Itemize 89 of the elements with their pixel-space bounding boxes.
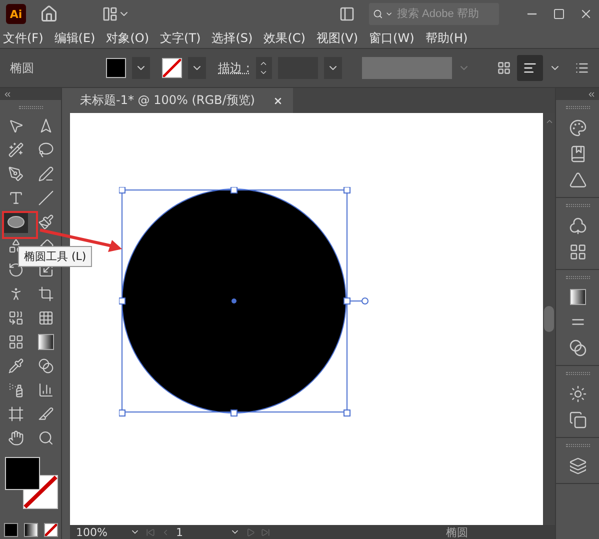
lasso-icon [38, 142, 54, 158]
grid-icon [38, 310, 54, 326]
down-caret-icon [259, 68, 268, 77]
menu-item[interactable]: 窗口(W) [369, 30, 414, 46]
menu-item[interactable]: 效果(C) [264, 30, 306, 46]
fill-swatch[interactable] [106, 58, 126, 78]
maximize-icon [553, 8, 565, 20]
book-icon [568, 145, 586, 163]
gradient-mode-button[interactable] [24, 523, 38, 537]
triangle-icon [568, 171, 586, 189]
panel-menu-button[interactable] [575, 61, 589, 75]
panel-button[interactable] [570, 289, 586, 305]
menu-item[interactable]: 视图(V) [316, 30, 358, 46]
grid-icon [497, 61, 511, 75]
menu-item[interactable]: 文件(F) [3, 30, 44, 46]
layout-icon [102, 6, 118, 22]
home-icon [40, 5, 58, 23]
knife-icon [38, 406, 54, 422]
search-field[interactable]: 搜索 Adobe 帮助 [395, 7, 495, 21]
maximize-button[interactable] [553, 8, 565, 20]
vertical-scrollbar[interactable] [543, 113, 555, 525]
type-icon [8, 190, 24, 206]
align-icon [523, 61, 537, 75]
highlight-frame [2, 211, 38, 239]
stroke-swatch[interactable] [162, 58, 182, 78]
fill-dropdown[interactable] [132, 57, 150, 79]
rotate-icon [8, 262, 24, 278]
list-icon [575, 61, 589, 75]
transform-icon [568, 411, 586, 429]
selection-label: 椭圆 [10, 60, 35, 76]
menu-item[interactable]: 帮助(H) [425, 30, 468, 46]
stroke-label[interactable]: 描边 : [218, 60, 250, 76]
home-button[interactable] [40, 5, 58, 23]
artboard-field[interactable]: 1 [176, 526, 224, 538]
zoom-icon [38, 430, 54, 446]
magic-wand-icon [8, 142, 24, 158]
app-logo: Ai [6, 4, 26, 24]
search-icon[interactable] [373, 8, 383, 20]
artboard-icon [8, 406, 24, 422]
paintbrush-icon [38, 214, 54, 230]
stroke-stepper[interactable] [256, 57, 272, 79]
club-icon [568, 217, 586, 235]
pen-icon [8, 166, 24, 182]
style-field[interactable] [362, 57, 452, 79]
arrow-pointer-icon [8, 118, 24, 134]
gradient-icon [38, 334, 54, 350]
fill-stroke-swatch[interactable] [4, 457, 58, 511]
scroll-thumb[interactable] [544, 306, 554, 332]
scroll-up-icon[interactable] [544, 117, 554, 126]
sun-icon [568, 385, 586, 403]
none-mode-button[interactable] [44, 523, 58, 537]
hand-icon [8, 430, 24, 446]
workspace-switcher[interactable] [102, 6, 130, 22]
menu-item[interactable]: 对象(O) [106, 30, 150, 46]
tooltip: 椭圆工具 (L) [18, 246, 92, 267]
mesh-icon [8, 334, 24, 350]
search-bar[interactable]: 搜索 Adobe 帮助 [369, 3, 499, 25]
ellipse-icon [6, 216, 24, 228]
document-tab[interactable]: 未标题-1* @ 100% (RGB/预览) [70, 88, 293, 113]
gradient-icon [570, 289, 586, 305]
menu-item[interactable]: 编辑(E) [54, 30, 96, 46]
close-icon[interactable] [273, 96, 283, 106]
close-icon [579, 7, 593, 21]
align-grid-button[interactable] [497, 61, 511, 75]
panel-toggle-button[interactable] [339, 6, 355, 22]
align-button[interactable] [517, 55, 543, 81]
panel-icon [339, 6, 355, 22]
layers-icon [568, 457, 586, 475]
stroke-dropdown[interactable] [188, 57, 206, 79]
menu-item[interactable]: 文字(T) [160, 30, 201, 46]
up-caret-icon [259, 59, 268, 68]
zoom-field[interactable]: 100% [76, 526, 124, 538]
line-icon [38, 190, 54, 206]
current-tool-label: 椭圆 [446, 524, 468, 539]
close-button[interactable] [579, 7, 593, 21]
collapse-icon[interactable] [587, 90, 596, 98]
bar-chart-icon [38, 382, 54, 398]
pen-line-icon [38, 166, 54, 182]
combine-icon [8, 310, 24, 326]
color-mode-button[interactable] [4, 523, 18, 537]
menu-item[interactable]: 选择(S) [212, 30, 253, 46]
collapse-icon[interactable] [3, 90, 12, 98]
crop-icon [38, 286, 54, 302]
eyedropper-icon [8, 358, 24, 374]
stroke-width-dropdown[interactable] [324, 57, 342, 79]
grid-icon [568, 243, 586, 261]
blend-icon [38, 358, 54, 374]
palette-icon [568, 119, 586, 137]
circles-icon [568, 339, 586, 357]
